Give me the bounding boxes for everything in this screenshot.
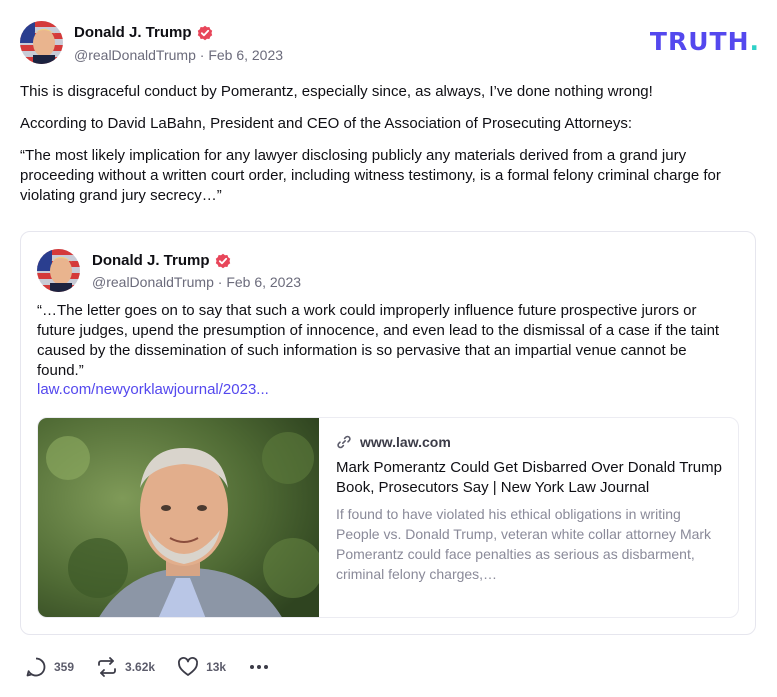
heart-icon	[178, 657, 199, 676]
like-button[interactable]: 13k	[177, 656, 226, 678]
link-preview-description: If found to have violated his ethical ob…	[336, 506, 712, 582]
post-paragraph: According to David LaBahn, President and…	[20, 115, 633, 132]
quoted-post-text: “…The letter goes on to say that such a …	[37, 302, 720, 379]
quoted-author-avatar[interactable]	[37, 249, 80, 292]
author-avatar[interactable]	[20, 21, 63, 64]
retruth-icon	[98, 657, 116, 677]
post-body: This is disgraceful conduct by Pomerantz…	[20, 82, 760, 218]
author-name-row: Donald J. Trump	[74, 24, 213, 41]
retruth-button[interactable]: 3.62k	[96, 656, 155, 678]
quoted-post-link[interactable]: law.com/newyorklawjournal/2023...	[37, 381, 269, 398]
quoted-handle-line: @realDonaldTrump · Feb 6, 2023	[92, 274, 301, 290]
meta-separator: ·	[217, 274, 223, 290]
meta-separator: ·	[199, 47, 205, 63]
link-preview-domain: www.law.com	[360, 434, 451, 450]
like-count: 13k	[206, 660, 227, 674]
post-paragraph: This is disgraceful conduct by Pomerantz…	[20, 83, 653, 100]
truth-post: Donald J. Trump @realDonaldTrump · Feb 6…	[0, 0, 777, 697]
author-name[interactable]: Donald J. Trump	[74, 24, 192, 41]
link-preview-body: www.law.com Mark Pomerantz Could Get Dis…	[336, 434, 726, 584]
truth-logo[interactable]: TRUTH.	[650, 27, 760, 56]
author-handle-line: @realDonaldTrump · Feb 6, 2023	[74, 47, 283, 63]
post-header: Donald J. Trump @realDonaldTrump · Feb 6…	[20, 21, 760, 67]
retruth-count: 3.62k	[125, 660, 156, 674]
logo-text: TRUTH	[649, 27, 750, 56]
link-preview-domain-row: www.law.com	[336, 434, 726, 450]
post-paragraph: “The most likely implication for any law…	[20, 147, 721, 204]
quoted-author-name[interactable]: Donald J. Trump	[92, 252, 210, 269]
quoted-post-date[interactable]: Feb 6, 2023	[226, 274, 301, 290]
verified-badge-icon	[215, 253, 231, 269]
link-preview-card[interactable]: www.law.com Mark Pomerantz Could Get Dis…	[37, 417, 739, 618]
link-preview-image[interactable]	[38, 418, 323, 617]
verified-badge-icon	[197, 25, 213, 41]
author-handle[interactable]: @realDonaldTrump	[74, 47, 196, 63]
reply-count: 359	[54, 660, 75, 674]
reply-button[interactable]: 359	[25, 656, 74, 678]
link-icon	[336, 434, 352, 450]
link-preview-title[interactable]: Mark Pomerantz Could Get Disbarred Over …	[336, 458, 726, 498]
post-date[interactable]: Feb 6, 2023	[208, 47, 283, 63]
quoted-post[interactable]: Donald J. Trump @realDonaldTrump · Feb 6…	[20, 231, 756, 635]
quoted-author-name-row: Donald J. Trump	[92, 252, 231, 269]
reply-icon	[26, 657, 46, 677]
more-icon	[250, 665, 269, 669]
more-options-button[interactable]	[248, 656, 270, 678]
logo-dot: .	[749, 27, 760, 56]
post-actions: 359 3.62k 13k	[25, 655, 292, 679]
quoted-author-handle[interactable]: @realDonaldTrump	[92, 274, 214, 290]
